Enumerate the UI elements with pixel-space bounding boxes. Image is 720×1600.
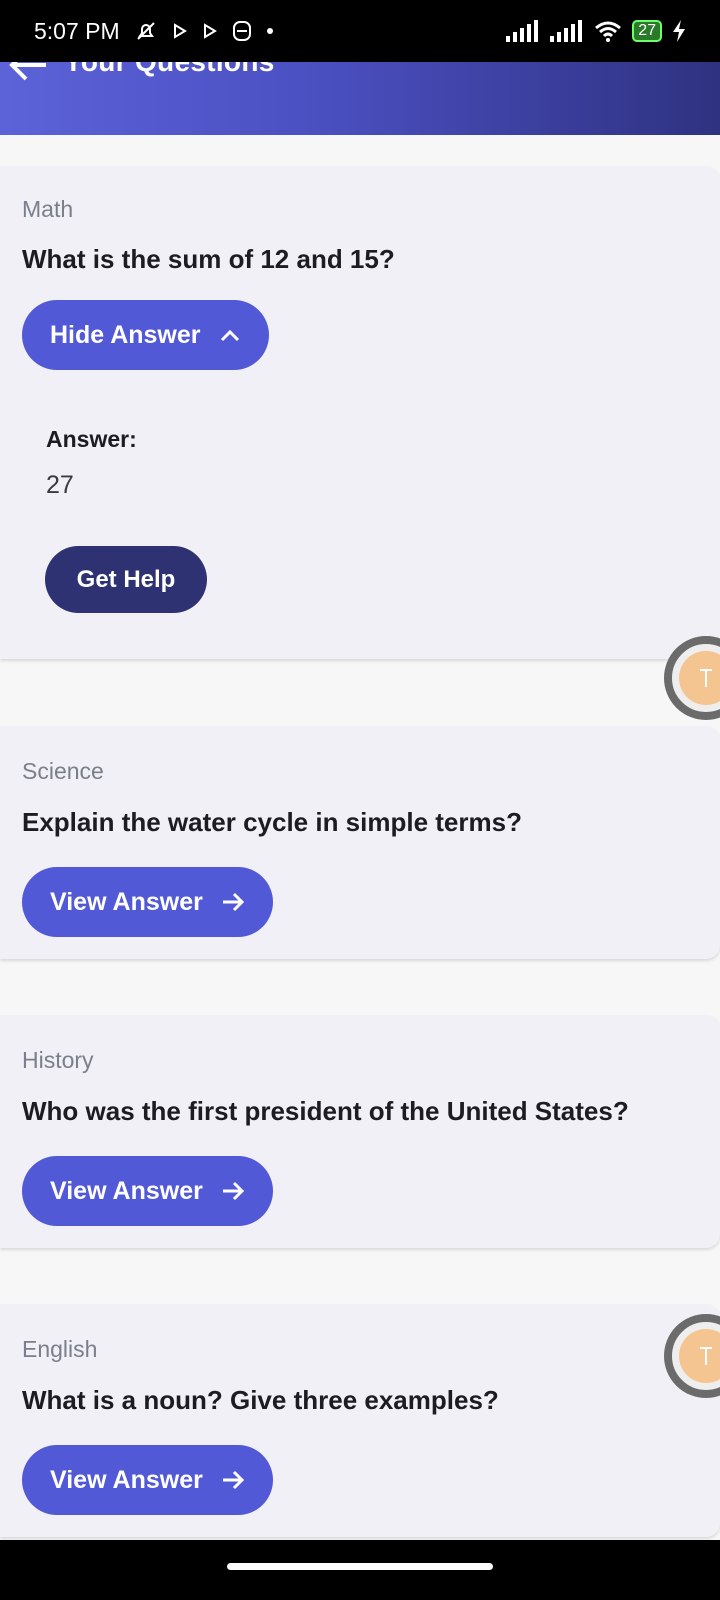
view-answer-button[interactable]: View Answer bbox=[22, 867, 273, 937]
view-answer-button[interactable]: View Answer bbox=[22, 1445, 273, 1515]
battery-icon: 27 bbox=[632, 20, 662, 42]
question-text: What is a noun? Give three examples? bbox=[22, 1385, 499, 1415]
arrow-right-icon bbox=[222, 1181, 244, 1201]
view-answer-label: View Answer bbox=[50, 1176, 203, 1205]
question-card-history: History Who was the first president of t… bbox=[0, 1015, 720, 1248]
charging-icon bbox=[673, 20, 685, 42]
play-icon bbox=[203, 23, 217, 39]
answer-value: 27 bbox=[46, 471, 74, 499]
navigation-bar bbox=[0, 1540, 720, 1600]
play-icon bbox=[173, 23, 187, 39]
hide-answer-button[interactable]: Hide Answer bbox=[22, 300, 269, 370]
app-header: Your Questions bbox=[0, 62, 720, 135]
view-answer-button[interactable]: View Answer bbox=[22, 1156, 273, 1226]
question-card-english: English What is a noun? Give three examp… bbox=[0, 1304, 720, 1537]
status-time: 5:07 PM bbox=[34, 17, 120, 44]
question-text: What is the sum of 12 and 15? bbox=[22, 244, 395, 274]
signal-icon bbox=[550, 20, 583, 42]
chevron-up-icon bbox=[220, 329, 239, 342]
question-subject: English bbox=[22, 1336, 98, 1362]
question-subject: Math bbox=[22, 196, 74, 222]
page-title: Your Questions bbox=[64, 62, 275, 78]
question-card-math: Math What is the sum of 12 and 15? Hide … bbox=[0, 166, 720, 659]
arrow-up-icon bbox=[700, 669, 712, 687]
question-subject: Science bbox=[22, 758, 104, 784]
hide-answer-label: Hide Answer bbox=[50, 320, 201, 349]
battery-level: 27 bbox=[638, 22, 656, 39]
get-help-button[interactable]: Get Help bbox=[45, 546, 207, 613]
status-bar: 5:07 PM 27 bbox=[0, 0, 720, 62]
question-subject: History bbox=[22, 1047, 94, 1073]
dot-icon bbox=[266, 28, 273, 34]
arrow-right-icon bbox=[222, 1470, 244, 1490]
question-text: Explain the water cycle in simple terms? bbox=[22, 807, 522, 837]
muted-bell-icon bbox=[136, 22, 155, 40]
back-arrow-icon[interactable] bbox=[4, 62, 54, 90]
wifi-icon bbox=[595, 21, 622, 42]
arrow-right-icon bbox=[222, 892, 244, 912]
answer-label: Answer: bbox=[46, 426, 137, 452]
question-card-science: Science Explain the water cycle in simpl… bbox=[0, 726, 720, 959]
view-answer-label: View Answer bbox=[50, 1465, 203, 1494]
signal-icon bbox=[506, 20, 539, 42]
question-text: Who was the first president of the Unite… bbox=[22, 1096, 629, 1126]
home-indicator[interactable] bbox=[227, 1563, 493, 1570]
arrow-up-icon bbox=[700, 1347, 712, 1365]
view-answer-label: View Answer bbox=[50, 887, 203, 916]
vpn-icon bbox=[232, 21, 251, 41]
